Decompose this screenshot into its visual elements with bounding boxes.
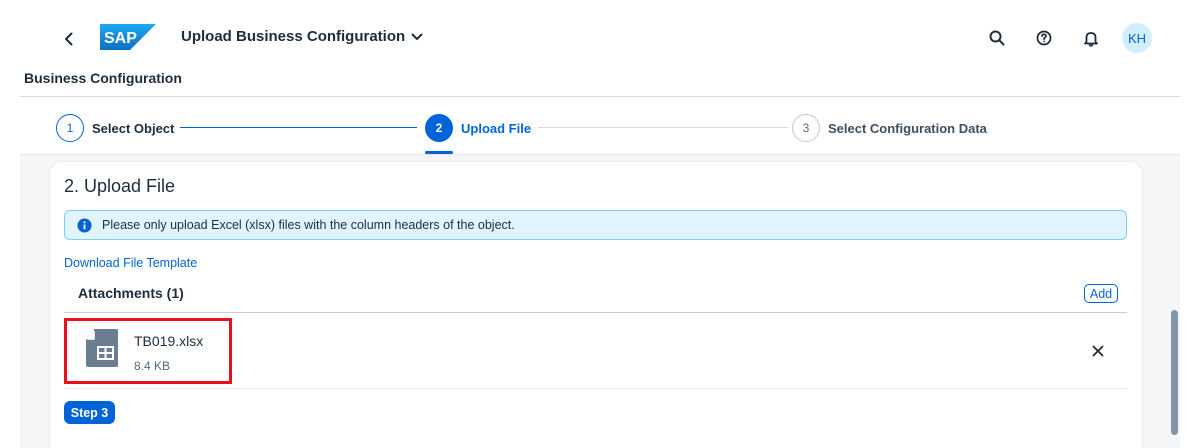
step-label: Select Object bbox=[92, 120, 175, 136]
back-icon bbox=[65, 32, 73, 46]
step-number: 3 bbox=[792, 114, 820, 142]
info-message-text: Please only upload Excel (xlsx) files wi… bbox=[102, 218, 515, 232]
wizard-connector-upcoming bbox=[538, 127, 788, 128]
step-label: Upload File bbox=[461, 120, 532, 136]
back-button[interactable] bbox=[56, 26, 82, 52]
notifications-button[interactable] bbox=[1074, 22, 1108, 54]
sap-logo-text: SAP bbox=[104, 30, 137, 47]
app-title: Upload Business Configuration bbox=[181, 28, 406, 45]
info-icon bbox=[77, 217, 92, 233]
chevron-down-icon bbox=[411, 33, 423, 40]
page-title: Business Configuration bbox=[24, 70, 182, 86]
active-step-indicator bbox=[425, 151, 453, 154]
wizard-progress: 1 Select Object 2 Upload File 3 Select C… bbox=[20, 97, 1180, 155]
wizard-step-select-configuration-data[interactable]: 3 Select Configuration Data bbox=[792, 114, 987, 142]
wizard-step-upload-file[interactable]: 2 Upload File bbox=[425, 114, 531, 142]
info-message-strip: Please only upload Excel (xlsx) files wi… bbox=[64, 210, 1127, 240]
sap-logo[interactable]: SAP bbox=[100, 24, 156, 50]
vertical-scrollbar[interactable] bbox=[1171, 310, 1178, 435]
upload-file-section: 2. Upload File Please only upload Excel … bbox=[50, 162, 1142, 448]
add-attachment-button[interactable]: Add bbox=[1084, 284, 1118, 303]
shell-bar: SAP Upload Business Configuration KH bbox=[0, 0, 1200, 76]
wizard-connector-completed bbox=[180, 127, 417, 128]
remove-attachment-button[interactable] bbox=[1088, 341, 1108, 361]
download-template-link[interactable]: Download File Template bbox=[64, 256, 197, 270]
highlight-annotation-box bbox=[64, 318, 232, 384]
wizard-step-select-object[interactable]: 1 Select Object bbox=[56, 114, 174, 142]
shell-actions: KH bbox=[967, 22, 1152, 54]
help-icon bbox=[1036, 30, 1052, 46]
user-avatar[interactable]: KH bbox=[1122, 23, 1152, 53]
notification-bell-icon bbox=[1084, 31, 1098, 47]
step-label: Select Configuration Data bbox=[828, 120, 987, 136]
attachment-item[interactable]: TB019.xlsx 8.4 KB bbox=[64, 313, 1127, 389]
attachments-title: Attachments (1) bbox=[78, 285, 184, 301]
next-step-button[interactable]: Step 3 bbox=[64, 401, 115, 424]
step-number: 2 bbox=[425, 114, 453, 142]
search-icon bbox=[989, 30, 1005, 46]
app-title-menu[interactable]: Upload Business Configuration bbox=[181, 28, 423, 45]
section-title: 2. Upload File bbox=[64, 176, 176, 196]
close-icon bbox=[1092, 345, 1104, 357]
help-button[interactable] bbox=[1027, 22, 1061, 54]
search-button[interactable] bbox=[980, 22, 1014, 54]
step-number: 1 bbox=[56, 114, 84, 142]
